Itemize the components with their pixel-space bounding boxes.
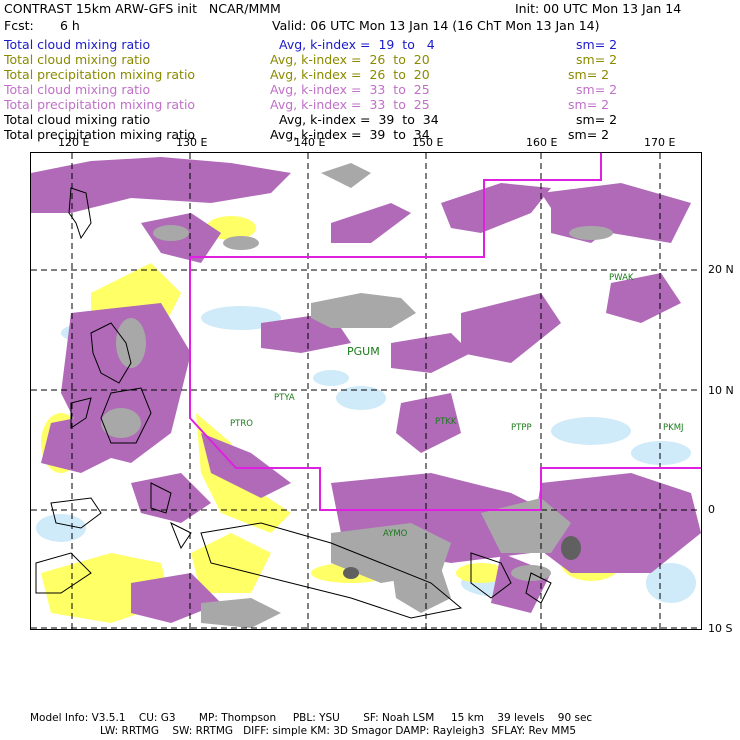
station-label: AYMO bbox=[383, 529, 408, 539]
model-physics: LW: RRTMG SW: RRTMG DIFF: simple KM: 3D … bbox=[100, 725, 577, 737]
field-avg: Avg, k-index = 33 to 25 bbox=[270, 82, 430, 97]
field-name: Total cloud mixing ratio bbox=[4, 82, 151, 97]
field-avg: Avg, k-index = 26 to 20 bbox=[270, 67, 430, 82]
fcst-label: Fcst: bbox=[4, 18, 34, 33]
lat-label: 10 N bbox=[708, 384, 734, 397]
fcst-value: 6 h bbox=[60, 18, 80, 33]
field-sm: sm= 2 bbox=[576, 82, 618, 97]
field-sm: sm= 2 bbox=[576, 52, 618, 67]
field-name: Total cloud mixing ratio bbox=[4, 37, 151, 52]
field-sm: sm= 2 bbox=[576, 112, 618, 127]
station-label: PKMJ bbox=[663, 423, 684, 433]
lat-label: 20 N bbox=[708, 263, 734, 276]
lon-label: 150 E bbox=[412, 136, 444, 149]
field-sm: sm= 2 bbox=[568, 97, 610, 112]
station-label: PGUM bbox=[347, 345, 380, 358]
field-sm: sm= 2 bbox=[576, 37, 618, 52]
lon-label: 130 E bbox=[176, 136, 208, 149]
init-time: Init: 00 UTC Mon 13 Jan 14 bbox=[515, 1, 682, 16]
station-label: PTKK bbox=[435, 417, 457, 427]
field-name: Total precipitation mixing ratio bbox=[4, 97, 196, 112]
lon-label: 160 E bbox=[526, 136, 558, 149]
field-sm: sm= 2 bbox=[568, 127, 610, 142]
field-name: Total precipitation mixing ratio bbox=[4, 67, 196, 82]
field-avg: Avg, k-index = 26 to 20 bbox=[270, 52, 430, 67]
field-avg: Avg, k-index = 19 to 4 bbox=[279, 37, 435, 52]
station-label: PTRO bbox=[230, 419, 253, 429]
lon-label: 140 E bbox=[294, 136, 326, 149]
field-sm: sm= 2 bbox=[568, 67, 610, 82]
valid-time: Valid: 06 UTC Mon 13 Jan 14 (16 ChT Mon … bbox=[272, 18, 600, 33]
station-label: PTYA bbox=[274, 393, 295, 403]
lat-label: 0 bbox=[708, 503, 715, 516]
lat-label: 10 S bbox=[708, 622, 733, 635]
model-info: Model Info: V3.5.1 CU: G3 MP: Thompson P… bbox=[30, 712, 593, 724]
lon-label: 170 E bbox=[644, 136, 676, 149]
station-label: PWAK bbox=[609, 273, 634, 283]
weather-map bbox=[31, 153, 701, 629]
field-avg: Avg, k-index = 39 to 34 bbox=[279, 112, 439, 127]
header-title: CONTRAST 15km ARW-GFS init NCAR/MMM bbox=[4, 1, 281, 16]
field-avg: Avg, k-index = 33 to 25 bbox=[270, 97, 430, 112]
map-panel: PWAK PGUM PTYA PTRO PTKK PTPP PKMJ AYMO bbox=[30, 152, 702, 630]
lon-label: 120 E bbox=[58, 136, 90, 149]
field-name: Total cloud mixing ratio bbox=[4, 112, 151, 127]
field-name: Total cloud mixing ratio bbox=[4, 52, 151, 67]
station-label: PTPP bbox=[511, 423, 532, 433]
field-name: Total precipitation mixing ratio bbox=[4, 127, 196, 142]
